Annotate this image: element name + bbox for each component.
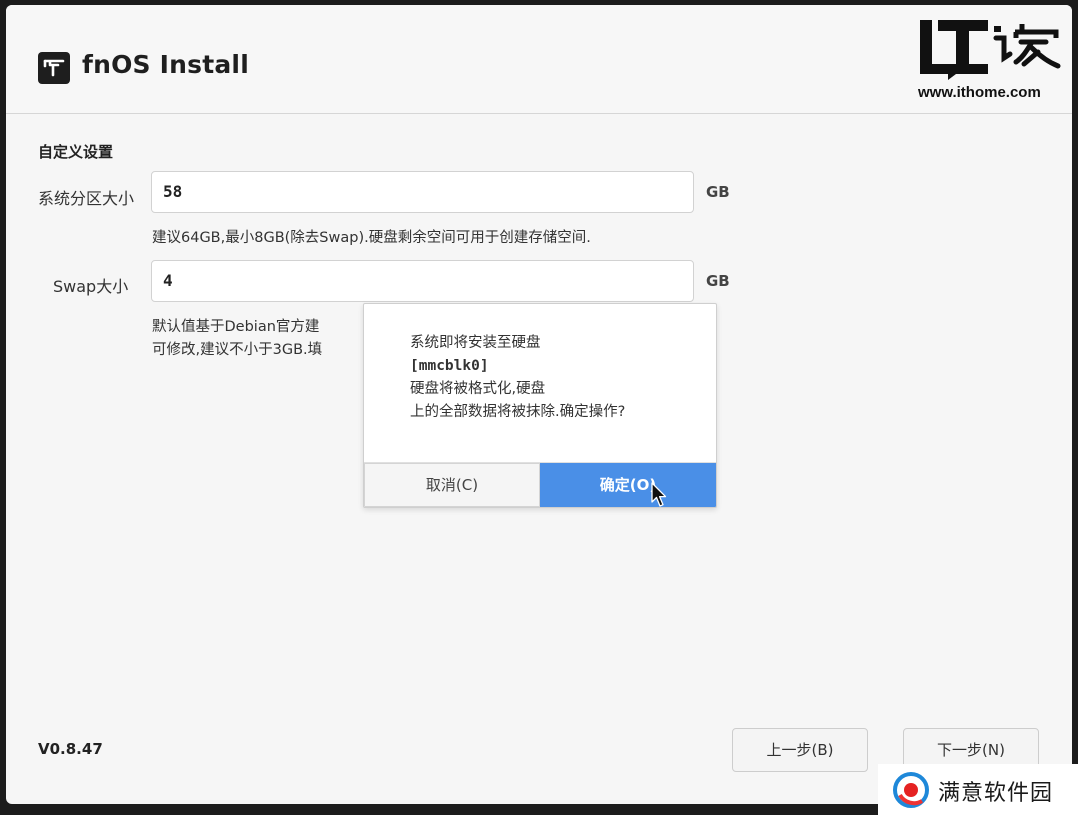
ithome-url: www.ithome.com xyxy=(918,84,1041,101)
ok-button[interactable]: 确定(O) xyxy=(540,463,716,507)
system-partition-input[interactable]: 58 xyxy=(151,171,694,213)
app-watermark: 满意软件园 xyxy=(878,764,1078,815)
installer-window: fnOS Install 自定义设置 系统分区大小 58 GB 建议64GB,最… xyxy=(6,5,1072,804)
system-partition-label: 系统分区大小 xyxy=(38,189,135,208)
swap-hint-line1: 默认值基于Debian官方建 xyxy=(152,319,320,335)
swap-label: Swap大小 xyxy=(53,277,129,296)
system-partition-unit: GB xyxy=(706,183,730,201)
app-watermark-text: 满意软件园 xyxy=(938,781,1054,806)
dialog-line1: 系统即将安装至硬盘 xyxy=(410,335,541,351)
cancel-button[interactable]: 取消(C) xyxy=(364,463,540,507)
confirm-dialog: 系统即将安装至硬盘 [mmcblk0] 硬盘将被格式化,硬盘 上的全部数据将被抹… xyxy=(363,303,717,508)
dialog-message: 系统即将安装至硬盘 [mmcblk0] 硬盘将被格式化,硬盘 上的全部数据将被抹… xyxy=(410,332,625,424)
swap-hint-line2: 可修改,建议不小于3GB.填 xyxy=(152,342,323,358)
swap-unit: GB xyxy=(706,272,730,290)
dialog-line3: 硬盘将被格式化,硬盘 xyxy=(410,381,546,397)
app-store-logo-icon xyxy=(893,772,929,808)
header: fnOS Install xyxy=(6,5,1072,114)
app-title: fnOS Install xyxy=(82,50,249,79)
version-label: V0.8.47 xyxy=(38,740,103,758)
ithome-logo-icon xyxy=(920,20,1061,80)
section-title: 自定义设置 xyxy=(38,143,114,161)
dialog-disk-name: [mmcblk0] xyxy=(410,358,489,374)
fnos-logo-icon xyxy=(38,52,70,84)
mouse-pointer-icon xyxy=(651,482,667,512)
system-partition-hint: 建议64GB,最小8GB(除去Swap).硬盘剩余空间可用于创建存储空间. xyxy=(152,230,591,246)
back-button[interactable]: 上一步(B) xyxy=(732,728,868,772)
ithome-watermark: www.ithome.com xyxy=(918,15,1068,105)
swap-input[interactable]: 4 xyxy=(151,260,694,302)
dialog-line4: 上的全部数据将被抹除.确定操作? xyxy=(410,404,626,420)
